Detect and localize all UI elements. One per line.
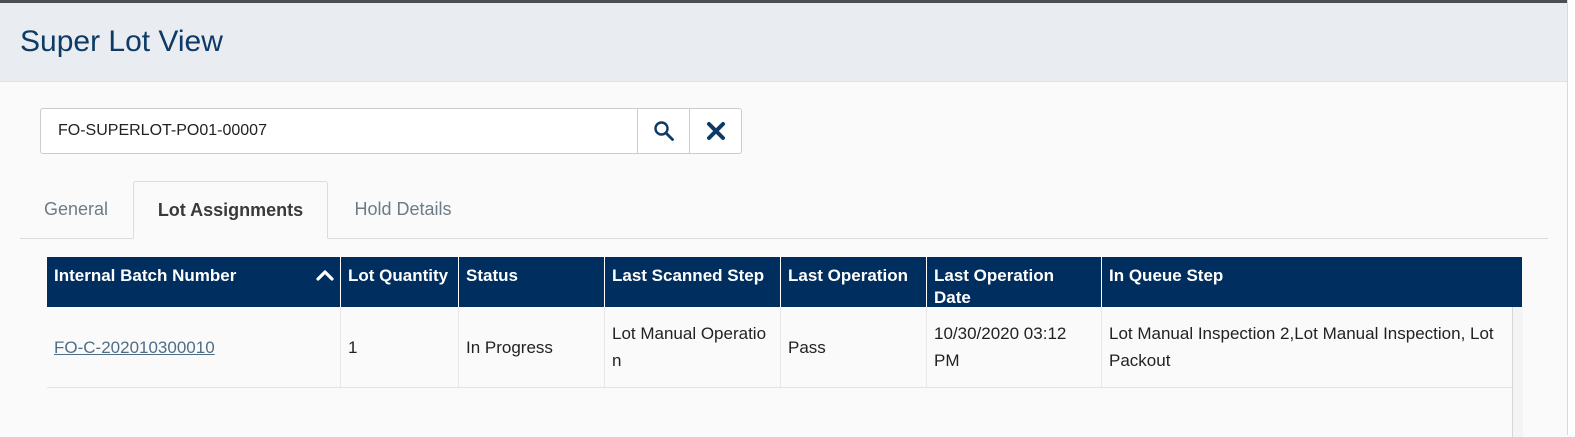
tab-lot-assignments[interactable]: Lot Assignments: [133, 181, 328, 239]
cell-lot-quantity: 1: [341, 307, 459, 387]
tab-bar: General Lot Assignments Hold Details: [20, 181, 1548, 239]
close-icon: [706, 122, 725, 140]
column-header-last-operation-date[interactable]: Last Operation Date: [927, 257, 1102, 307]
table-row[interactable]: FO-C-202010300010 1 In Progress Lot Manu…: [47, 307, 1512, 388]
tab-hold-details[interactable]: Hold Details: [330, 181, 476, 238]
lot-assignments-grid: Internal Batch Number Lot Quantity Statu…: [47, 257, 1523, 437]
page-title: Super Lot View: [20, 25, 223, 58]
column-header-last-operation[interactable]: Last Operation: [781, 257, 927, 307]
window-scrollbar[interactable]: [1567, 0, 1575, 435]
cell-last-operation-date: 10/30/2020 03:12 PM: [927, 307, 1102, 387]
clear-button[interactable]: [690, 108, 742, 154]
column-header-in-queue-step[interactable]: In Queue Step: [1102, 257, 1522, 307]
cell-in-queue-step: Lot Manual Inspection 2,Lot Manual Inspe…: [1109, 324, 1494, 370]
column-header-last-scanned-step[interactable]: Last Scanned Step: [605, 257, 781, 307]
batch-number-link[interactable]: FO-C-202010300010: [54, 334, 215, 361]
tab-general[interactable]: General: [20, 181, 132, 238]
search-icon: [653, 121, 674, 141]
search-bar: [40, 108, 742, 154]
column-header-label: Internal Batch Number: [54, 266, 237, 285]
column-header-internal-batch-number[interactable]: Internal Batch Number: [47, 257, 341, 307]
grid-header: Internal Batch Number Lot Quantity Statu…: [47, 257, 1522, 307]
cell-last-scanned-step: Lot Manual Operation: [605, 307, 781, 387]
search-button[interactable]: [638, 108, 690, 154]
grid-scrollbar[interactable]: [1512, 307, 1523, 437]
search-input[interactable]: [40, 108, 638, 154]
chevron-up-icon[interactable]: [316, 268, 334, 282]
cell-status: In Progress: [459, 307, 605, 387]
cell-internal-batch-number: FO-C-202010300010: [47, 307, 341, 387]
page-header: Super Lot View: [0, 3, 1568, 82]
column-header-status[interactable]: Status: [459, 257, 605, 307]
column-header-lot-quantity[interactable]: Lot Quantity: [341, 257, 459, 307]
cell-last-operation: Pass: [781, 307, 927, 387]
